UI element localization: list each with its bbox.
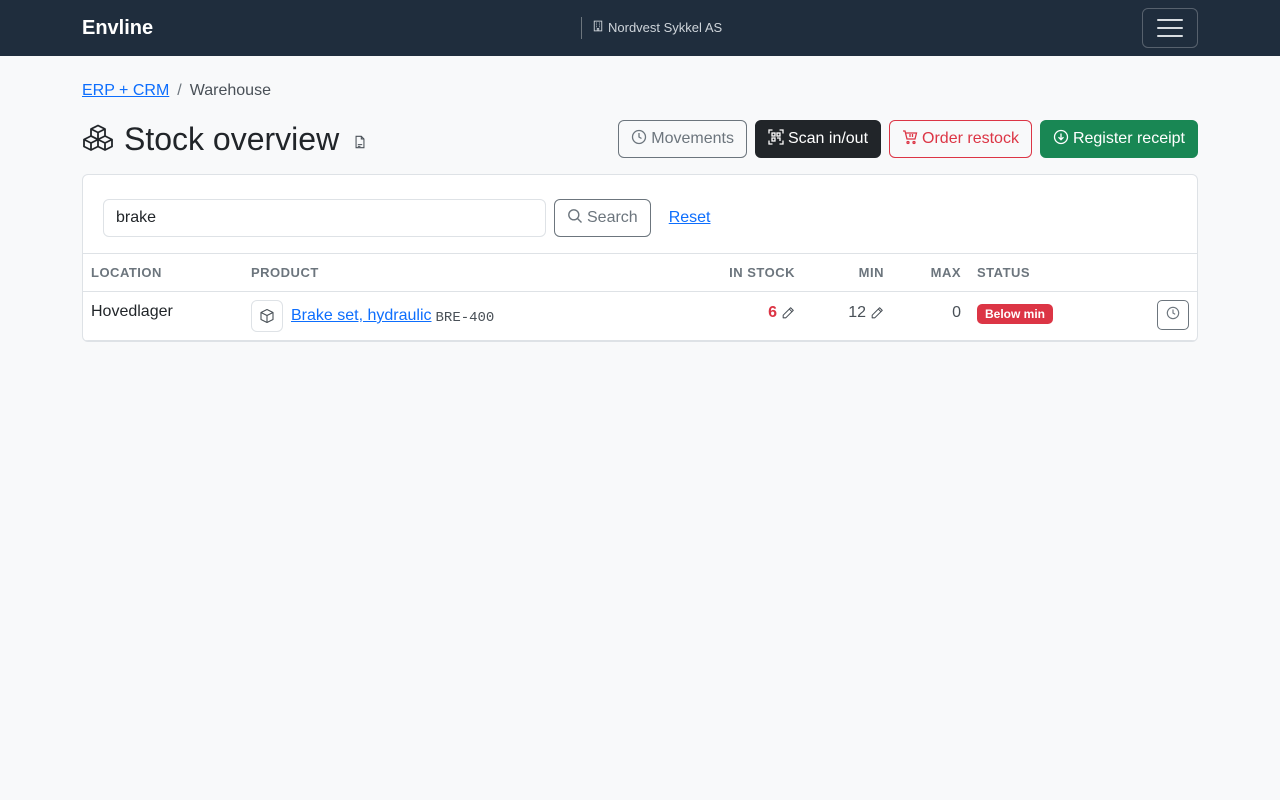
hamburger-icon <box>1157 27 1183 29</box>
scan-label: Scan in/out <box>787 130 869 147</box>
page-title-group: Stock overview <box>82 120 367 158</box>
pencil-icon[interactable] <box>781 306 795 320</box>
column-header-min[interactable]: Min <box>859 265 884 281</box>
pencil-icon[interactable] <box>870 306 884 320</box>
clock-history-icon <box>631 129 647 150</box>
breadcrumb-link-erp-crm[interactable]: ERP + CRM <box>82 82 169 100</box>
top-navbar: Envline Nordvest Sykkel AS <box>0 0 1280 56</box>
hamburger-icon <box>1157 19 1183 21</box>
breadcrumb-current: Warehouse <box>189 82 271 99</box>
row-history-button[interactable] <box>1157 300 1189 330</box>
column-header-in-stock[interactable]: In stock <box>729 265 795 281</box>
product-link[interactable]: Brake set, hydraulic <box>291 307 432 325</box>
register-receipt-label: Register receipt <box>1072 130 1185 147</box>
hamburger-icon <box>1157 35 1183 37</box>
column-header-location[interactable]: Location <box>91 265 162 281</box>
movements-button[interactable]: Movements <box>618 120 747 158</box>
order-restock-button[interactable]: Order restock <box>889 120 1032 158</box>
box-icon <box>251 300 283 332</box>
min-value: 12 <box>848 304 866 321</box>
in-stock-value: 6 <box>768 304 777 321</box>
breadcrumb: ERP + CRM / Warehouse <box>82 82 271 100</box>
arrow-down-circle-icon <box>1053 129 1069 150</box>
search-input[interactable] <box>103 199 546 237</box>
stock-card: Search Reset Location Product In stock M… <box>82 174 1198 342</box>
organization-label: Nordvest Sykkel AS <box>581 17 722 39</box>
product-sku: BRE-400 <box>435 309 495 326</box>
table-header: Location Product In stock Min Max Status <box>83 253 1197 292</box>
search-button[interactable]: Search <box>554 199 651 237</box>
table-row: Hovedlager Brake set, hydraulic BRE-400 … <box>83 292 1197 341</box>
organization-name: Nordvest Sykkel AS <box>608 20 723 35</box>
reset-link[interactable]: Reset <box>669 209 711 227</box>
movements-label: Movements <box>651 130 734 147</box>
column-header-max[interactable]: Max <box>931 265 961 281</box>
search-label: Search <box>587 209 638 226</box>
page-title: Stock overview <box>124 121 340 157</box>
max-value: 0 <box>952 304 961 321</box>
clock-history-icon <box>1166 306 1180 325</box>
row-min: 12 <box>848 304 884 322</box>
row-in-stock: 6 <box>768 304 795 322</box>
cart-icon <box>902 129 918 150</box>
column-header-product[interactable]: Product <box>251 265 319 281</box>
status-badge: Below min <box>977 304 1054 324</box>
row-product: Brake set, hydraulic BRE-400 <box>251 300 494 332</box>
qr-code-scan-icon <box>768 128 784 150</box>
page-actions: Movements Scan in/out Order restock Regi… <box>618 120 1198 158</box>
document-icon[interactable] <box>353 135 367 149</box>
building-icon <box>592 17 604 39</box>
search-icon <box>567 208 583 229</box>
column-header-status[interactable]: Status <box>977 265 1030 281</box>
register-receipt-button[interactable]: Register receipt <box>1039 120 1198 158</box>
menu-toggle-button[interactable] <box>1142 8 1198 48</box>
boxes-icon <box>82 123 114 155</box>
brand-logo[interactable]: Envline <box>82 16 153 40</box>
scan-button[interactable]: Scan in/out <box>754 120 882 158</box>
search-form: Search Reset <box>103 199 711 237</box>
order-restock-label: Order restock <box>922 130 1019 147</box>
page-header: Stock overview Movements Scan in/out Ord… <box>82 120 1198 158</box>
breadcrumb-separator: / <box>177 82 182 99</box>
row-location: Hovedlager <box>91 303 173 320</box>
